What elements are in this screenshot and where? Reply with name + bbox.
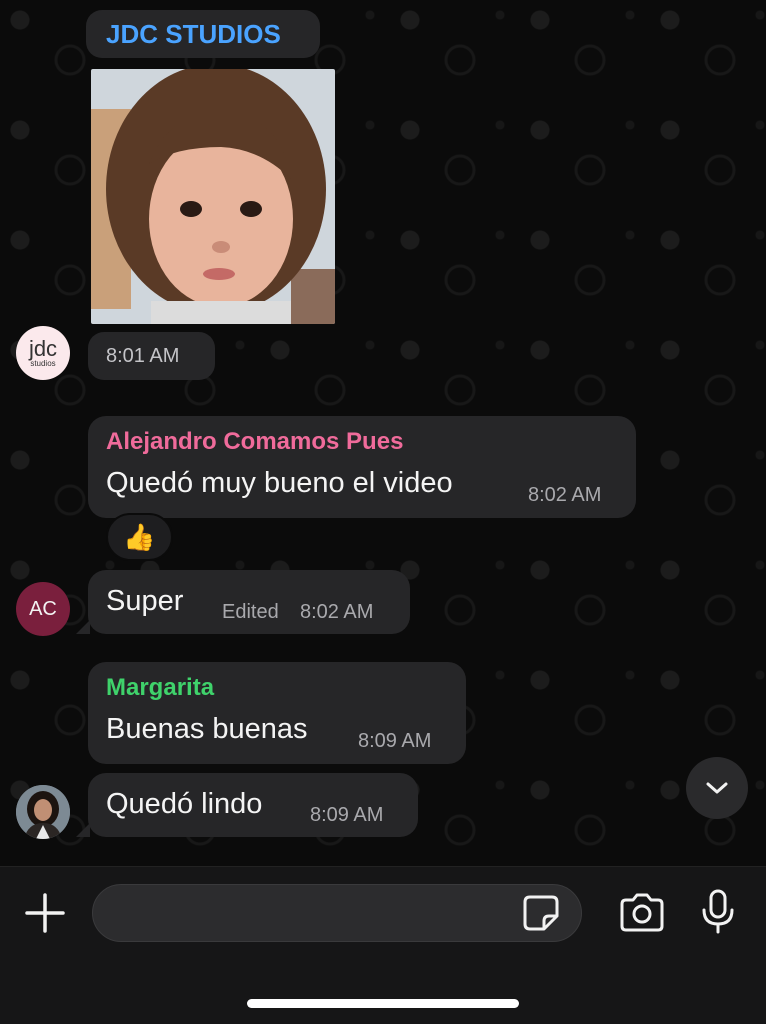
thumbs-up-icon: 👍 <box>123 522 156 552</box>
bubble-tail <box>76 823 90 837</box>
message-text: Buenas buenas <box>106 713 308 745</box>
chevron-down-icon <box>706 782 728 794</box>
message-time: 8:09 AM <box>358 730 432 752</box>
microphone-icon <box>702 889 734 934</box>
jdc-logo-text: jdc <box>28 335 58 361</box>
child-photo-image <box>91 69 335 324</box>
camera-button[interactable] <box>618 892 666 934</box>
avatar-margarita[interactable] <box>16 785 70 839</box>
plus-icon <box>25 893 65 933</box>
avatar-jdc-studios[interactable]: jdc studios <box>16 326 70 380</box>
sender-name-margarita[interactable]: Margarita <box>106 674 214 702</box>
attach-button[interactable] <box>24 892 66 934</box>
sticker-icon <box>523 895 559 931</box>
sender-name-alejandro[interactable]: Alejandro Comamos Pues <box>106 428 403 456</box>
profile-photo <box>16 785 70 839</box>
message-time: 8:02 AM <box>528 484 602 506</box>
sender-name-jdc[interactable]: JDC STUDIOS <box>106 19 281 50</box>
scroll-to-bottom-button[interactable] <box>686 757 748 819</box>
shared-photo[interactable] <box>91 69 335 324</box>
reaction-badge[interactable]: 👍 <box>106 513 173 561</box>
message-text: Quedó muy bueno el video <box>106 467 453 499</box>
message-time: 8:01 AM <box>106 345 180 367</box>
edited-label: Edited <box>222 601 279 623</box>
avatar-ac[interactable]: AC <box>16 582 70 636</box>
home-indicator[interactable] <box>247 999 519 1008</box>
message-input[interactable] <box>92 884 582 942</box>
sticker-button[interactable] <box>522 894 560 932</box>
message-time: 8:09 AM <box>310 804 384 826</box>
voice-message-button[interactable] <box>700 888 736 936</box>
bubble-tail <box>76 620 90 634</box>
camera-icon <box>620 893 664 932</box>
message-time: 8:02 AM <box>300 601 374 623</box>
message-text: Super <box>106 585 184 617</box>
avatar-initials: AC <box>29 597 57 620</box>
jdc-logo-subtext: studios <box>30 358 56 368</box>
message-text: Quedó lindo <box>106 788 263 820</box>
